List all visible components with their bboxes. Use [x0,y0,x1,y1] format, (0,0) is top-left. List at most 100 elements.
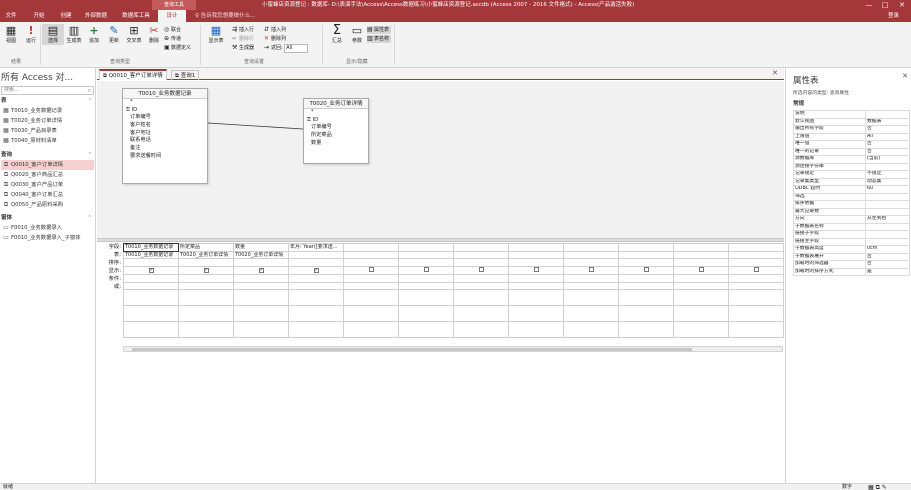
doc-tab-active[interactable]: ⧉ Q0010_客户订单详情 [99,69,167,80]
grid-table-cell[interactable] [618,250,674,259]
close-button[interactable]: ✕ [895,0,909,10]
show-checkbox[interactable] [643,266,649,272]
nav-item-query[interactable]: ⧉ Q0020_客户商品汇总 [1,170,94,180]
show-checkbox[interactable] [698,266,704,272]
field-item[interactable]: 订单编号 [304,124,368,132]
grid-show-cell[interactable] [453,265,509,275]
nav-item-table[interactable]: ▦ T0020_业务订单详情 [1,116,94,126]
nav-section-forms[interactable]: 窗体 ⌃ [1,214,94,222]
property-value[interactable] [865,192,910,201]
grid-field-cell[interactable]: T0010_业务数据记录 [123,243,179,252]
view-switcher-icon[interactable]: ▦ ⧉ ✎ [868,484,887,490]
grid-show-cell[interactable]: ✓ [178,265,234,275]
field-item[interactable]: 备注 [123,145,207,153]
grid-empty-cell[interactable] [673,321,729,338]
grid-criteria-cell[interactable] [123,274,179,283]
grid-field-cell[interactable] [453,243,509,252]
property-value[interactable]: 数据表 [865,117,910,126]
table-names-button[interactable]: ▥表名称 [367,35,392,43]
grid-field-cell[interactable]: 所定菜品 [178,243,234,252]
grid-empty-cell[interactable] [618,305,674,322]
property-value[interactable]: 从左到右 [865,215,910,224]
grid-sort-cell[interactable] [728,258,784,267]
grid-field-cell[interactable]: 年月: Year([要求送... [288,243,344,252]
passthrough-button[interactable]: ⊕ 传递 [164,35,181,43]
show-checkbox[interactable] [478,266,484,272]
property-value[interactable] [865,222,910,231]
show-checkbox[interactable] [423,266,429,272]
property-value[interactable] [865,237,910,246]
grid-sort-cell[interactable] [563,258,619,267]
grid-criteria-cell[interactable] [673,274,729,283]
grid-or-cell[interactable] [618,281,674,290]
grid-criteria-cell[interactable] [618,274,674,283]
grid-show-cell[interactable] [673,265,729,275]
grid-show-cell[interactable] [508,265,564,275]
property-value[interactable]: 是 [865,267,910,276]
property-value[interactable] [865,200,910,209]
grid-empty-cell[interactable] [618,321,674,338]
nav-pane-header[interactable]: 所有 Access 对... [1,70,73,83]
grid-empty-cell[interactable] [178,321,234,338]
grid-show-cell[interactable] [343,265,399,275]
grid-empty-cell[interactable] [398,321,454,338]
grid-empty-cell[interactable] [398,305,454,322]
grid-empty-cell[interactable] [343,305,399,322]
crosstab-button[interactable]: ⊞ 交叉表 [123,24,145,45]
close-document-icon[interactable]: ✕ [772,69,778,77]
grid-show-cell[interactable]: ✓ [233,265,289,275]
grid-criteria-cell[interactable] [178,274,234,283]
field-item[interactable]: 订单编号 [123,114,207,122]
grid-or-cell[interactable] [508,281,564,290]
grid-sort-cell[interactable] [123,258,179,267]
field-item[interactable]: 联系电话 [123,137,207,145]
grid-criteria-cell[interactable] [343,274,399,283]
grid-empty-cell[interactable] [233,321,289,338]
property-value[interactable] [865,207,910,216]
property-value[interactable]: 否 [865,140,910,149]
property-sheet-button[interactable]: ▤属性表 [367,26,392,34]
grid-sort-cell[interactable] [508,258,564,267]
sign-in-link[interactable]: 登录 [888,10,899,22]
grid-criteria-cell[interactable] [508,274,564,283]
property-value[interactable]: 不锁定 [865,170,910,179]
nav-item-table[interactable]: ▦ T0040_原材料清单 [1,136,94,146]
return-select[interactable]: All [284,44,309,53]
grid-sort-cell[interactable] [618,258,674,267]
grid-empty-cell[interactable] [508,289,564,306]
grid-empty-cell[interactable] [233,289,289,306]
grid-empty-cell[interactable] [618,289,674,306]
parameters-button[interactable]: ▭ 参数 [346,24,368,45]
grid-empty-cell[interactable] [398,289,454,306]
append-button[interactable]: + 追加 [83,24,105,45]
table-box-title[interactable]: T0020_业务订单详情 [304,99,368,109]
grid-empty-cell[interactable] [178,305,234,322]
field-item[interactable]: 客户姓名 [123,122,207,130]
tab-general[interactable]: 常规 [793,99,804,107]
grid-empty-cell[interactable] [123,321,179,338]
grid-sort-cell[interactable] [398,258,454,267]
make-table-button[interactable]: ▥ 生成表 [63,24,85,45]
grid-empty-cell[interactable] [123,289,179,306]
tab-design[interactable]: 设计 [158,10,186,22]
grid-empty-cell[interactable] [453,305,509,322]
grid-show-cell[interactable]: ✓ [123,265,179,275]
totals-button[interactable]: Σ 汇总 [326,24,348,45]
grid-field-cell[interactable] [563,243,619,252]
grid-empty-cell[interactable] [288,289,344,306]
grid-or-cell[interactable] [453,281,509,290]
grid-empty-cell[interactable] [673,289,729,306]
property-value[interactable]: 0cm [865,245,910,254]
grid-table-cell[interactable] [728,250,784,259]
property-value[interactable]: 60 [865,185,910,194]
show-checkbox[interactable]: ✓ [258,268,264,273]
tab-external-data[interactable]: 外部数据 [80,10,112,22]
field-item[interactable]: 要求送餐时间 [123,153,207,161]
grid-empty-cell[interactable] [123,305,179,322]
grid-sort-cell[interactable] [343,258,399,267]
tab-database-tools[interactable]: 数据库工具 [118,10,154,22]
grid-empty-cell[interactable] [288,305,344,322]
scrollbar-thumb[interactable] [132,348,692,351]
grid-field-cell[interactable] [728,243,784,252]
nav-search-input[interactable]: 搜索... ⌕ [1,86,94,95]
